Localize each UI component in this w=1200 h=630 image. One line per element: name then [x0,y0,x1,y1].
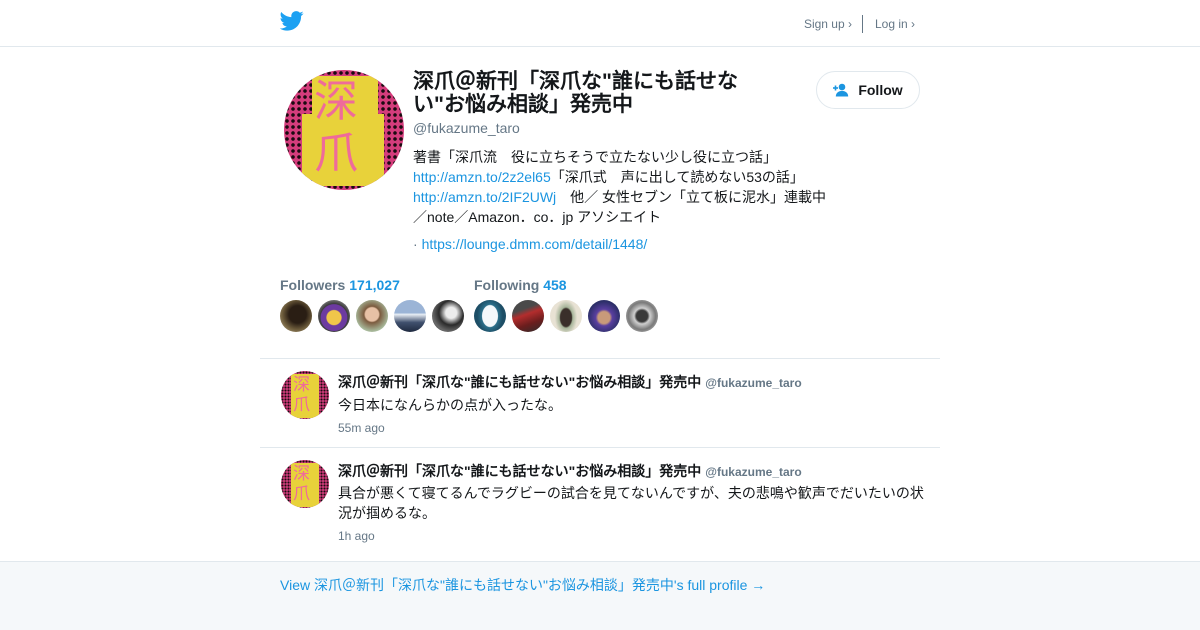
bio-text-2: 「深爪式 声に出して読めない53の話」 [550,169,804,185]
tweet-timestamp[interactable]: 1h ago [338,529,375,543]
following-avatars [474,300,664,332]
tweet-author-avatar[interactable]: 深 爪 [281,371,329,419]
tweet-timestamp[interactable]: 55m ago [338,421,385,435]
bio-text-1: 著書「深爪流 役に立ちそうで立たない少し役に立つ話」 [413,149,784,165]
follower-avatar[interactable] [432,300,464,332]
profile-bio: 著書「深爪流 役に立ちそうで立たない少し役に立つ話」 http://amzn.t… [413,147,838,227]
full-profile-link[interactable]: View 深爪＠新刊「深爪な"誰にも話せない"お悩み相談」発売中's full … [280,575,765,595]
tweet-author-name: 深爪＠新刊「深爪な"誰にも話せない"お悩み相談」発売中 [338,374,702,390]
tweet-author-handle: @fukazume_taro [705,465,802,479]
followers-block[interactable]: Followers 171,027 [280,277,464,332]
followers-count: 171,027 [349,277,400,293]
following-count: 458 [543,277,567,293]
tweet-text: 具合が悪くて寝てるんでラグビーの試合を見てないんですが、夫の悲鳴や歓声でだいたい… [338,485,924,521]
following-label: Following [474,277,540,293]
tweet-author-name: 深爪＠新刊「深爪な"誰にも話せない"お悩み相談」発売中 [338,463,702,479]
followers-label: Followers [280,277,346,293]
nav-divider [861,15,863,33]
bio-link-2[interactable]: http://amzn.to/2IF2UWj [413,189,556,205]
twitter-bird-icon[interactable] [280,11,304,31]
tweet[interactable]: 深 爪 深爪＠新刊「深爪な"誰にも話せない"お悩み相談」発売中 @fukazume… [260,358,940,447]
signup-link[interactable]: Sign up › [804,17,852,31]
bio-link-1[interactable]: http://amzn.to/2z2el65 [413,169,551,185]
tweet[interactable]: 深 爪 深爪＠新刊「深爪な"誰にも話せない"お悩み相談」発売中 @fukazume… [260,447,940,561]
following-avatar[interactable] [626,300,658,332]
url-prefix: · [413,236,422,252]
follower-avatar[interactable] [280,300,312,332]
tweet-author-avatar[interactable]: 深 爪 [281,460,329,508]
tweet-header[interactable]: 深爪＠新刊「深爪な"誰にも話せない"お悩み相談」発売中 @fukazume_tar… [338,461,802,481]
follower-avatar[interactable] [318,300,350,332]
top-bar: Sign up › Log in › [0,0,1200,47]
following-avatar[interactable] [512,300,544,332]
login-link[interactable]: Log in › [875,17,915,31]
avatar-glyph-2: 爪 [293,484,310,504]
avatar-glyph-1: 深 [293,375,310,395]
following-stat[interactable]: Following 458 [474,277,567,293]
profile-url-line: · https://lounge.dmm.com/detail/1448/ [413,236,647,252]
profile-footer: View 深爪＠新刊「深爪な"誰にも話せない"お悩み相談」発売中's full … [0,561,1200,630]
top-nav: Sign up › Log in › [804,15,915,33]
follower-avatar[interactable] [356,300,388,332]
following-block[interactable]: Following 458 [474,277,658,332]
profile-url[interactable]: https://lounge.dmm.com/detail/1448/ [422,236,648,252]
tweet-header[interactable]: 深爪＠新刊「深爪な"誰にも話せない"お悩み相談」発売中 @fukazume_tar… [338,372,802,392]
tweet-author-handle: @fukazume_taro [705,376,802,390]
avatar-glyph-1: 深 [293,464,310,484]
following-avatar[interactable] [474,300,506,332]
following-avatar[interactable] [550,300,582,332]
profile-avatar[interactable]: 深 爪 [284,70,404,190]
follow-button[interactable]: Follow [816,71,920,109]
following-avatar[interactable] [588,300,620,332]
follow-label: Follow [858,82,903,98]
tweet-text: 今日本になんらかの点が入ったな。 [338,397,562,413]
followers-stat[interactable]: Followers 171,027 [280,277,400,293]
profile-handle: @fukazume_taro [413,120,520,136]
add-user-icon [833,83,849,97]
avatar-glyph-2: 爪 [293,395,310,415]
avatar-glyph-1: 深 [314,76,358,127]
avatar-glyph-2: 爪 [314,128,358,179]
followers-avatars [280,300,470,332]
profile-name: 深爪＠新刊「深爪な"誰にも話せない"お悩み相談」発売中 [413,70,738,116]
follower-avatar[interactable] [394,300,426,332]
